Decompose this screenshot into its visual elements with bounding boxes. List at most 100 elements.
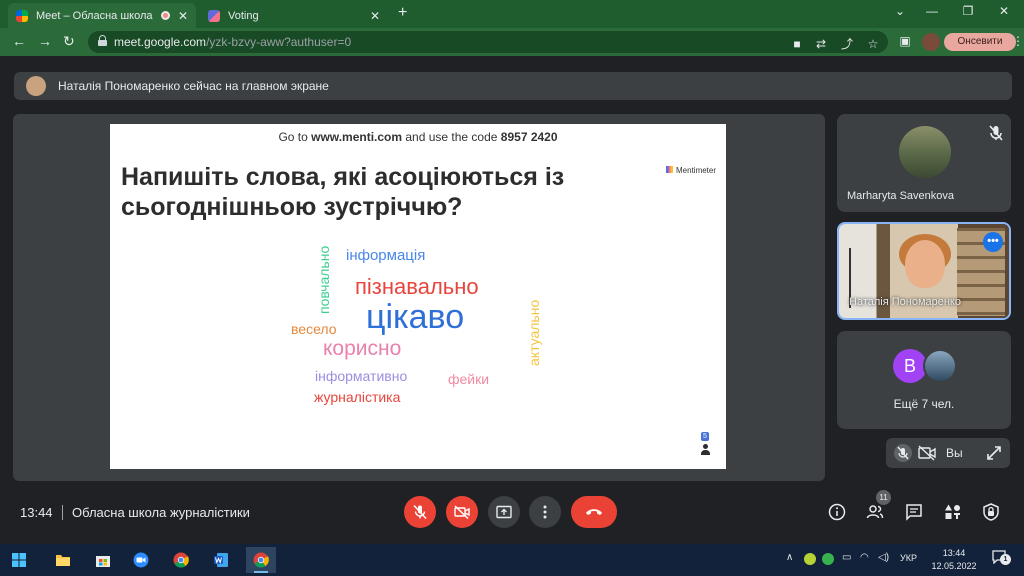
reload-icon[interactable]: ↻ xyxy=(63,33,75,50)
mentimeter-logo-icon xyxy=(666,166,673,173)
google-meet-favicon-icon xyxy=(16,9,28,22)
word-cloud-word: інформація xyxy=(346,247,426,264)
microphone-toggle-button[interactable] xyxy=(404,496,436,528)
tab-voting[interactable]: Voting ✕ xyxy=(200,3,388,28)
battery-icon[interactable]: ▭ xyxy=(842,552,851,563)
meeting-details-icon[interactable] xyxy=(828,503,846,521)
camera-off-icon[interactable] xyxy=(918,445,936,461)
camera-toggle-button[interactable] xyxy=(446,496,478,528)
folder-icon xyxy=(56,555,70,566)
meeting-title: Обласна школа журналістики xyxy=(72,505,250,520)
minimize-button[interactable]: — xyxy=(918,4,946,18)
word-cloud-word: інформативно xyxy=(315,368,408,384)
present-screen-button[interactable] xyxy=(488,496,520,528)
zoom-icon xyxy=(133,552,149,568)
tab-title: Meet – Обласна школа жур xyxy=(36,9,155,22)
camera-icon[interactable]: ■ xyxy=(790,37,804,51)
keyboard-language[interactable]: УКР xyxy=(900,553,917,563)
word-cloud-word: актуально xyxy=(526,299,542,366)
profile-avatar[interactable] xyxy=(922,33,940,51)
chrome-icon xyxy=(253,552,269,568)
presentation-notice-text: Наталія Пономаренко сейчас на главном эк… xyxy=(58,79,329,93)
volume-icon[interactable]: ◁) xyxy=(878,552,889,563)
mentimeter-logo: Mentimeter xyxy=(666,166,716,175)
back-arrow-icon[interactable]: ← xyxy=(12,33,26,49)
notification-count: 1 xyxy=(1000,554,1011,565)
self-view-bar: Вы xyxy=(886,438,1010,468)
browser-toolbar: ← → ↻ meet.google.com/yzk-bzvy-aww?authu… xyxy=(0,28,1024,56)
avatar xyxy=(923,349,957,383)
start-button[interactable] xyxy=(4,547,34,573)
close-tab-icon[interactable]: ✕ xyxy=(178,9,188,23)
notifications-button[interactable]: 1 xyxy=(992,550,1012,568)
translate-icon[interactable]: ⇄ xyxy=(814,37,828,51)
more-participants-tile[interactable]: B Ещё 7 чел. xyxy=(837,331,1011,429)
taskbar-word[interactable] xyxy=(206,547,236,573)
word-cloud-word: цікаво xyxy=(366,298,465,336)
presentation-notice-bar: Наталія Пономаренко сейчас на главном эк… xyxy=(14,72,1012,100)
recording-indicator-icon xyxy=(160,11,170,20)
new-tab-button[interactable]: + xyxy=(398,4,407,22)
taskbar-zoom[interactable] xyxy=(126,547,156,573)
tab-meet[interactable]: Meet – Обласна школа жур ✕ xyxy=(8,3,196,28)
tab-title: Voting xyxy=(228,9,259,22)
people-icon[interactable] xyxy=(866,503,884,521)
shared-slide: Go to www.menti.com and use the code 895… xyxy=(110,124,726,469)
word-cloud-word: повчально xyxy=(316,245,332,314)
url-text: meet.google.com/yzk-bzvy-aww?authuser=0 xyxy=(114,35,352,49)
restore-button[interactable]: ❐ xyxy=(954,4,982,18)
participant-name: Наталія Пономаренко xyxy=(849,296,961,308)
store-icon xyxy=(96,556,110,567)
word-cloud-word: журналістика xyxy=(314,389,401,405)
side-panel-icon[interactable]: ▣ xyxy=(898,34,912,48)
self-label: Вы xyxy=(946,446,963,460)
tray-app-icon[interactable] xyxy=(804,553,816,565)
activities-icon[interactable] xyxy=(944,503,962,521)
slide-question: Напишіть слова, які асоціюються із сього… xyxy=(121,163,565,221)
more-participants-label: Ещё 7 чел. xyxy=(893,397,955,411)
participant-tile-active-speaker[interactable]: ••• Наталія Пономаренко xyxy=(837,222,1011,320)
participant-face xyxy=(905,240,945,288)
network-icon[interactable]: ◠ xyxy=(860,552,869,563)
join-instructions: Go to www.menti.com and use the code 895… xyxy=(278,130,558,144)
show-hidden-icons[interactable]: ∧ xyxy=(786,552,793,563)
expand-icon[interactable] xyxy=(986,445,1002,461)
windows-logo-icon xyxy=(12,553,26,567)
browser-menu-icon[interactable]: ⋮ xyxy=(1012,34,1024,48)
taskbar-store[interactable] xyxy=(88,547,118,573)
mic-off-icon xyxy=(413,504,427,520)
tray-app-icon[interactable] xyxy=(822,553,834,565)
more-options-icon[interactable]: ••• xyxy=(983,232,1003,252)
avatar: B xyxy=(893,349,927,383)
address-bar[interactable]: meet.google.com/yzk-bzvy-aww?authuser=0 … xyxy=(88,31,888,53)
chat-icon[interactable] xyxy=(905,503,923,521)
participants-count-badge: 11 xyxy=(876,490,891,505)
responses-badge: 5 xyxy=(701,432,709,441)
tab-search-icon[interactable]: ⌄ xyxy=(886,4,914,18)
close-tab-icon[interactable]: ✕ xyxy=(370,9,380,23)
avatar xyxy=(899,126,951,178)
share-icon[interactable]: ⤴ xyxy=(840,37,854,51)
bookmark-star-icon[interactable]: ☆ xyxy=(866,37,880,51)
present-screen-icon xyxy=(496,505,512,519)
mic-off-icon[interactable] xyxy=(894,444,912,462)
taskbar-chrome-active[interactable] xyxy=(246,547,276,573)
profile-button[interactable]: Онсевити xyxy=(944,33,1016,51)
taskbar-chrome[interactable] xyxy=(166,547,196,573)
word-cloud-word: пізнавально xyxy=(355,274,479,299)
participant-name: Marharyta Savenkova xyxy=(847,190,954,202)
word-cloud-word: корисно xyxy=(323,337,402,360)
system-clock[interactable]: 13:44 12.05.2022 xyxy=(926,547,982,573)
end-call-button[interactable] xyxy=(571,496,617,528)
browser-tab-strip: Meet – Обласна школа жур ✕ Voting ✕ + ⌄ … xyxy=(0,0,1024,28)
avatar xyxy=(26,76,46,96)
forward-arrow-icon[interactable]: → xyxy=(38,33,52,49)
close-window-button[interactable]: ✕ xyxy=(990,4,1018,18)
taskbar-file-explorer[interactable] xyxy=(48,547,78,573)
word-icon xyxy=(214,553,228,567)
host-controls-icon[interactable] xyxy=(982,503,1000,521)
meeting-clock: 13:44 xyxy=(20,505,53,520)
participant-tile[interactable]: Marharyta Savenkova xyxy=(837,114,1011,212)
more-options-button[interactable] xyxy=(529,496,561,528)
chrome-icon xyxy=(173,552,189,568)
